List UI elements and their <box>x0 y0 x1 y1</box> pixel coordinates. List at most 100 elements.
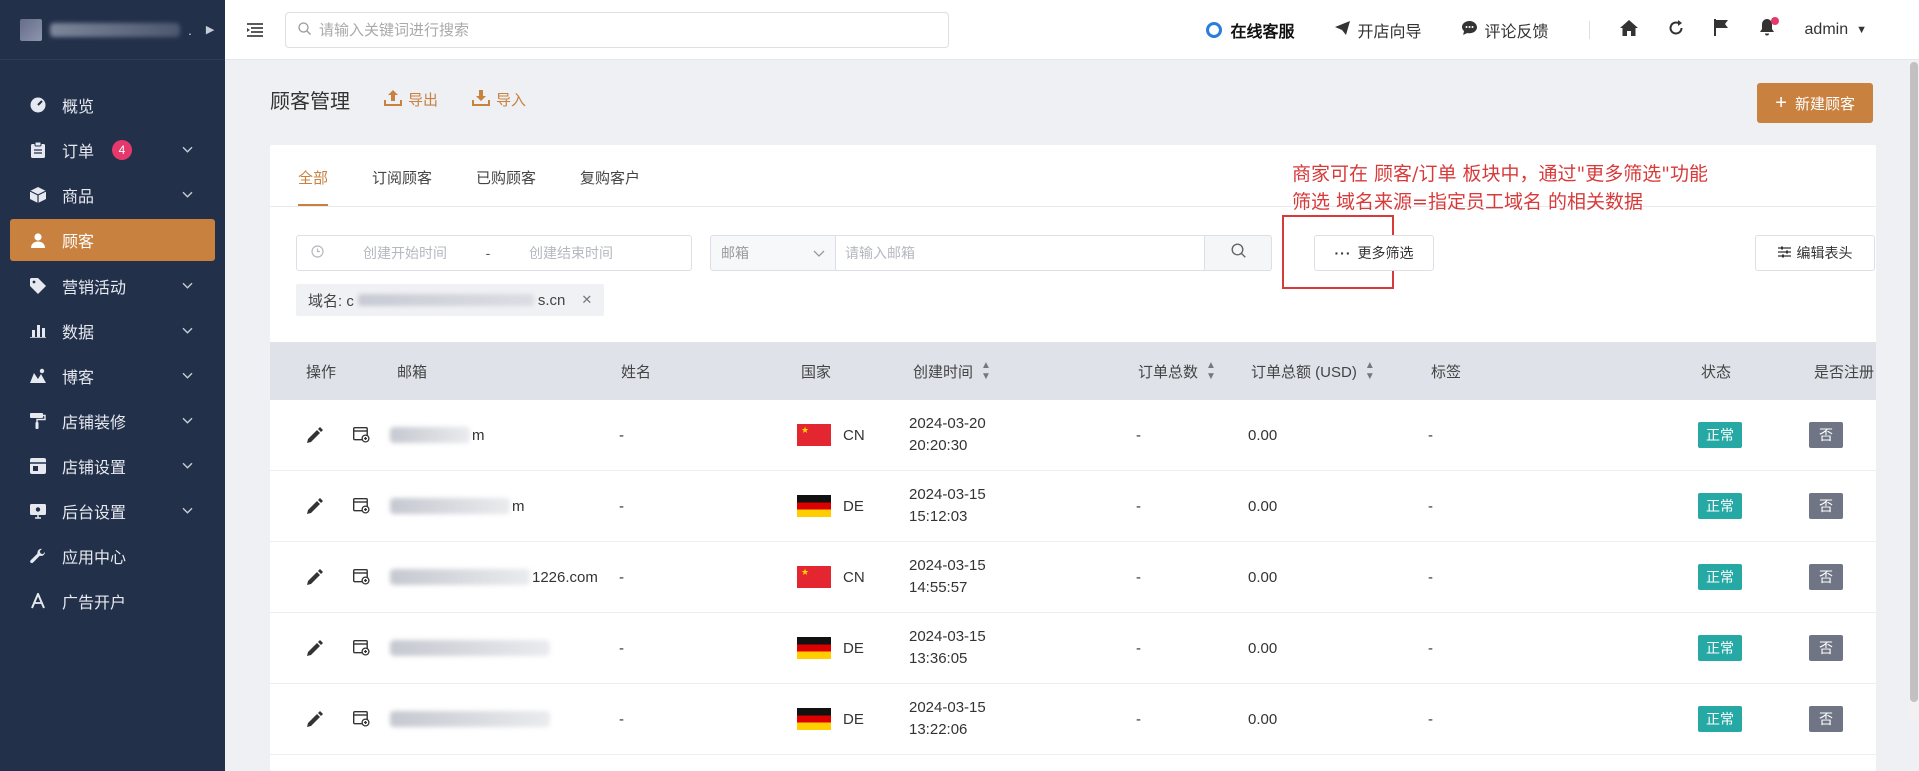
open-detail-icon[interactable] <box>353 400 370 470</box>
country-code: DE <box>843 497 864 515</box>
sidebar-item-3[interactable]: 顾客 <box>10 219 215 261</box>
header-amount[interactable]: 订单总额 (USD) ▲ ▼ <box>1251 342 1375 400</box>
open-detail-icon[interactable] <box>353 613 370 683</box>
home-icon[interactable] <box>1619 19 1638 41</box>
email-tail: m <box>512 497 525 515</box>
refresh-icon[interactable] <box>1668 19 1684 41</box>
chevron-down-icon <box>182 368 193 382</box>
sidebar-item-4[interactable]: 营销活动 <box>0 263 225 308</box>
sidebar-item-11[interactable]: 广告开户 <box>0 578 225 623</box>
sidebar-item-10[interactable]: 应用中心 <box>0 533 225 578</box>
header-created[interactable]: 创建时间 ▲ ▼ <box>913 342 991 400</box>
edit-columns-button[interactable]: 编辑表头 <box>1755 235 1875 271</box>
logo-dot: . <box>188 21 192 38</box>
sidebar-item-0[interactable]: 概览 <box>0 82 225 127</box>
headset-icon <box>1206 22 1223 38</box>
open-detail-icon[interactable] <box>353 471 370 541</box>
box-icon <box>28 186 48 203</box>
topbar: 请输入关键词进行搜索 在线客服 开店向导 评论反馈 admin ▼ <box>225 0 1919 60</box>
top-actions: 在线客服 开店向导 评论反馈 admin ▼ <box>1206 0 1919 60</box>
flag-de-icon <box>797 708 831 730</box>
country-cell: DE <box>797 684 864 754</box>
global-search-input[interactable]: 请输入关键词进行搜索 <box>285 11 949 48</box>
user-menu[interactable]: admin ▼ <box>1805 21 1867 39</box>
search-icon <box>1230 243 1246 263</box>
tab-2[interactable]: 已购顾客 <box>476 167 536 206</box>
sidebar-item-7[interactable]: 店铺装修 <box>0 398 225 443</box>
logo[interactable]: . ▶ <box>0 0 225 60</box>
tab-0[interactable]: 全部 <box>298 167 329 206</box>
header-orders[interactable]: 订单总数 ▲ ▼ <box>1138 342 1216 400</box>
sort-icon[interactable]: ▲ ▼ <box>1365 360 1375 382</box>
start-date-input[interactable]: 创建开始时间 <box>337 243 473 263</box>
flag-de-icon <box>797 495 831 517</box>
email-placeholder: 请输入邮箱 <box>845 245 915 261</box>
email-blurred <box>390 569 530 585</box>
date-range-picker[interactable]: 创建开始时间 - 创建结束时间 <box>296 235 692 271</box>
import-button[interactable]: 导入 <box>472 89 526 110</box>
email-blurred <box>390 711 550 727</box>
caret-right-icon[interactable]: ▶ <box>206 23 214 36</box>
sort-icon[interactable]: ▲ ▼ <box>1206 360 1216 382</box>
country-code: DE <box>843 710 864 728</box>
sidebar-item-label: 订单 <box>62 143 95 161</box>
caret-down-icon: ▼ <box>1856 24 1867 36</box>
username: admin <box>1804 21 1849 38</box>
edit-columns-label: 编辑表头 <box>1796 245 1853 261</box>
clock-icon <box>297 245 337 261</box>
feedback-button[interactable]: 评论反馈 <box>1461 18 1549 42</box>
created-time: 15:12:03 <box>909 508 968 525</box>
email-cell: 1226.com <box>390 542 598 612</box>
email-search-input[interactable]: 请输入邮箱 <box>835 235 1205 271</box>
plus-icon: + <box>1775 92 1787 114</box>
chevron-down-icon <box>813 245 825 261</box>
created-date: 2024-03-20 <box>909 415 986 432</box>
hamburger-menu-icon[interactable] <box>225 22 285 37</box>
sidebar-item-9[interactable]: 后台设置 <box>0 488 225 533</box>
tab-1[interactable]: 订阅顾客 <box>372 167 432 206</box>
chip-value-tail: s.cn <box>537 291 566 309</box>
header-name: 姓名 <box>621 363 652 381</box>
notification-dot <box>1770 17 1779 25</box>
ad-icon <box>28 592 48 609</box>
header-action: 操作 <box>306 363 337 381</box>
scrollbar-thumb[interactable] <box>1910 62 1918 702</box>
registered-badge: 否 <box>1809 564 1843 590</box>
flag-de-icon <box>797 637 831 659</box>
open-detail-icon[interactable] <box>353 684 370 754</box>
user-icon <box>28 232 48 248</box>
sidebar-item-5[interactable]: 数据 <box>0 308 225 353</box>
sidebar-item-1[interactable]: 订单 4 <box>0 127 225 172</box>
open-detail-icon[interactable] <box>353 542 370 612</box>
sidebar-item-8[interactable]: 店铺设置 <box>0 443 225 488</box>
store-guide-button[interactable]: 开店向导 <box>1334 18 1422 42</box>
flag-icon[interactable] <box>1713 19 1729 41</box>
email-search-button[interactable] <box>1204 235 1272 271</box>
country-code: CN <box>843 568 865 586</box>
edit-icon[interactable] <box>307 400 323 470</box>
export-button[interactable]: 导出 <box>384 89 438 110</box>
notification-bell-icon[interactable] <box>1759 17 1779 41</box>
country-code: DE <box>843 639 864 657</box>
more-filters-label: 更多筛选 <box>1357 245 1414 261</box>
edit-icon[interactable] <box>307 471 323 541</box>
new-customer-button[interactable]: + 新建顾客 <box>1757 83 1873 123</box>
page-scrollbar[interactable] <box>1909 60 1919 720</box>
tab-3[interactable]: 复购客户 <box>580 167 640 206</box>
end-date-input[interactable]: 创建结束时间 <box>503 243 639 263</box>
field-select[interactable]: 邮箱 <box>710 235 836 271</box>
sidebar-item-6[interactable]: 博客 <box>0 353 225 398</box>
online-service-button[interactable]: 在线客服 <box>1206 18 1295 42</box>
order-amount-cell: 0.00 <box>1248 497 1278 515</box>
sidebar-item-2[interactable]: 商品 <box>0 172 225 217</box>
edit-icon[interactable] <box>307 684 323 754</box>
more-filters-button[interactable]: ··· 更多筛选 <box>1314 235 1434 271</box>
sidebar-item-label: 营销活动 <box>62 279 127 297</box>
created-date: 2024-03-15 <box>909 557 986 574</box>
close-icon[interactable]: ✕ <box>581 292 592 308</box>
sort-icon[interactable]: ▲ ▼ <box>981 360 991 382</box>
email-cell: m <box>390 400 485 470</box>
edit-icon[interactable] <box>307 542 323 612</box>
tags-cell: - <box>1428 710 1433 728</box>
edit-icon[interactable] <box>307 613 323 683</box>
